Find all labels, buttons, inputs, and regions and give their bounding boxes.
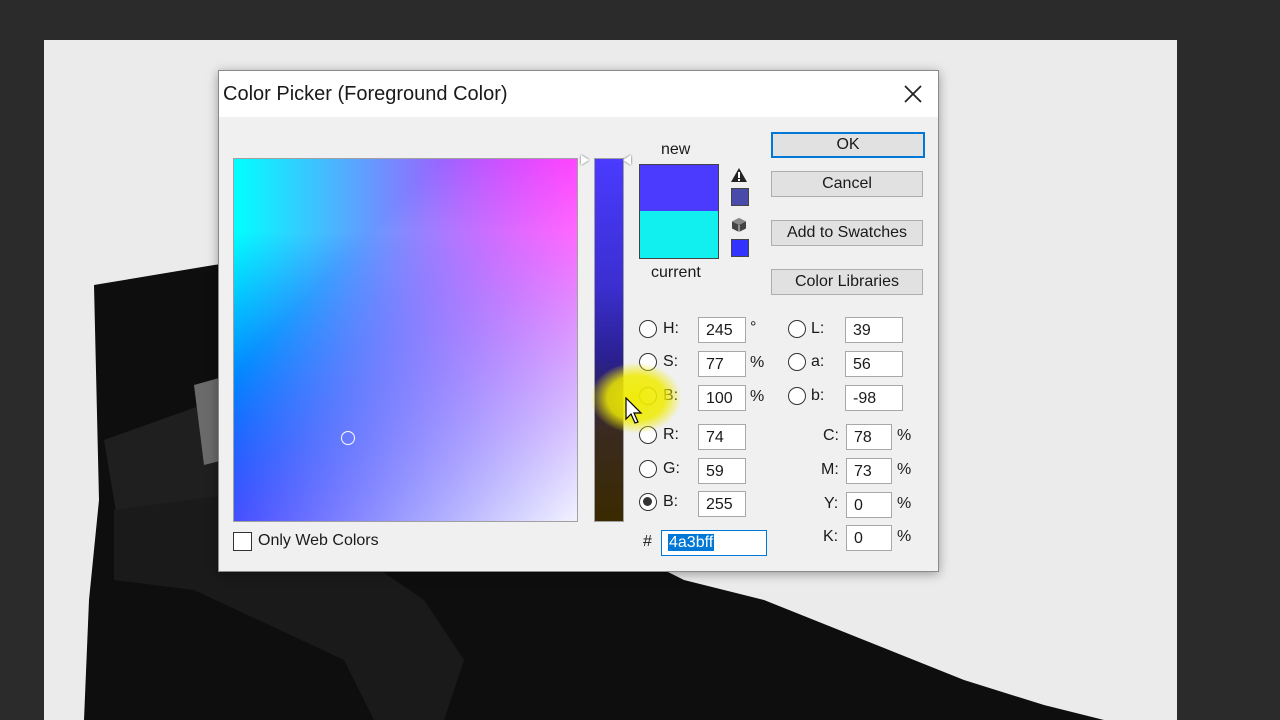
b-rgb-label: B: bbox=[663, 493, 679, 510]
color-field[interactable] bbox=[233, 158, 578, 522]
add-to-swatches-button[interactable]: Add to Swatches bbox=[771, 220, 923, 246]
color-libraries-button[interactable]: Color Libraries bbox=[771, 269, 923, 295]
y-label: Y: bbox=[824, 495, 839, 512]
gamut-swatch[interactable] bbox=[731, 188, 749, 206]
a-input[interactable]: 56 bbox=[845, 351, 903, 377]
l-input[interactable]: 39 bbox=[845, 317, 903, 343]
m-input[interactable]: 73 bbox=[846, 458, 892, 484]
color-picker-dialog: Color Picker (Foreground Color) new curr… bbox=[218, 70, 939, 572]
only-web-colors-label: Only Web Colors bbox=[258, 532, 379, 549]
color-slider[interactable] bbox=[594, 158, 624, 522]
close-icon[interactable] bbox=[900, 81, 926, 107]
b-lab-input[interactable]: -98 bbox=[845, 385, 903, 411]
c-input[interactable]: 78 bbox=[846, 424, 892, 450]
hex-value: 4a3bff bbox=[668, 534, 715, 551]
new-color-swatch bbox=[639, 164, 719, 212]
hex-label: # bbox=[643, 533, 652, 550]
b-lab-label: b: bbox=[811, 387, 825, 404]
web-safe-cube-icon[interactable] bbox=[731, 217, 747, 233]
s-input[interactable]: 77 bbox=[698, 351, 746, 377]
m-label: M: bbox=[821, 461, 839, 478]
a-label: a: bbox=[811, 353, 825, 370]
b-hsb-input[interactable]: 100 bbox=[698, 385, 746, 411]
hex-input[interactable]: 4a3bff bbox=[661, 530, 767, 556]
m-unit: % bbox=[897, 461, 912, 478]
color-field-marker[interactable] bbox=[341, 431, 355, 445]
l-label: L: bbox=[811, 320, 825, 337]
r-input[interactable]: 74 bbox=[698, 424, 746, 450]
radio-g[interactable] bbox=[639, 460, 657, 478]
k-input[interactable]: 0 bbox=[846, 525, 892, 551]
y-unit: % bbox=[897, 495, 912, 512]
h-label: H: bbox=[663, 320, 679, 337]
current-color-swatch[interactable] bbox=[639, 211, 719, 259]
slider-left-handle[interactable] bbox=[581, 155, 589, 165]
out-of-gamut-warning-icon[interactable] bbox=[730, 167, 748, 183]
b-hsb-unit: % bbox=[750, 388, 765, 405]
cancel-button[interactable]: Cancel bbox=[771, 171, 923, 197]
y-input[interactable]: 0 bbox=[846, 492, 892, 518]
slider-right-handle[interactable] bbox=[623, 155, 631, 165]
radio-h[interactable] bbox=[639, 320, 657, 338]
g-input[interactable]: 59 bbox=[698, 458, 746, 484]
k-label: K: bbox=[823, 528, 839, 545]
new-label: new bbox=[661, 141, 691, 158]
radio-a[interactable] bbox=[788, 353, 806, 371]
radio-b-rgb[interactable] bbox=[639, 493, 657, 511]
s-unit: % bbox=[750, 354, 765, 371]
radio-l[interactable] bbox=[788, 320, 806, 338]
h-input[interactable]: 245 bbox=[698, 317, 746, 343]
r-label: R: bbox=[663, 426, 679, 443]
s-label: S: bbox=[663, 353, 679, 370]
h-unit: ° bbox=[750, 319, 757, 336]
current-label: current bbox=[651, 264, 701, 281]
only-web-colors-checkbox[interactable] bbox=[233, 532, 252, 551]
c-unit: % bbox=[897, 427, 912, 444]
web-safe-swatch[interactable] bbox=[731, 239, 749, 257]
b-rgb-input[interactable]: 255 bbox=[698, 491, 746, 517]
dialog-title: Color Picker (Foreground Color) bbox=[223, 83, 508, 105]
ok-button[interactable]: OK bbox=[771, 132, 925, 158]
g-label: G: bbox=[663, 460, 680, 477]
mouse-cursor-icon bbox=[625, 397, 643, 424]
c-label: C: bbox=[823, 427, 839, 444]
radio-b-lab[interactable] bbox=[788, 387, 806, 405]
title-bar: Color Picker (Foreground Color) bbox=[219, 71, 938, 117]
k-unit: % bbox=[897, 528, 912, 545]
